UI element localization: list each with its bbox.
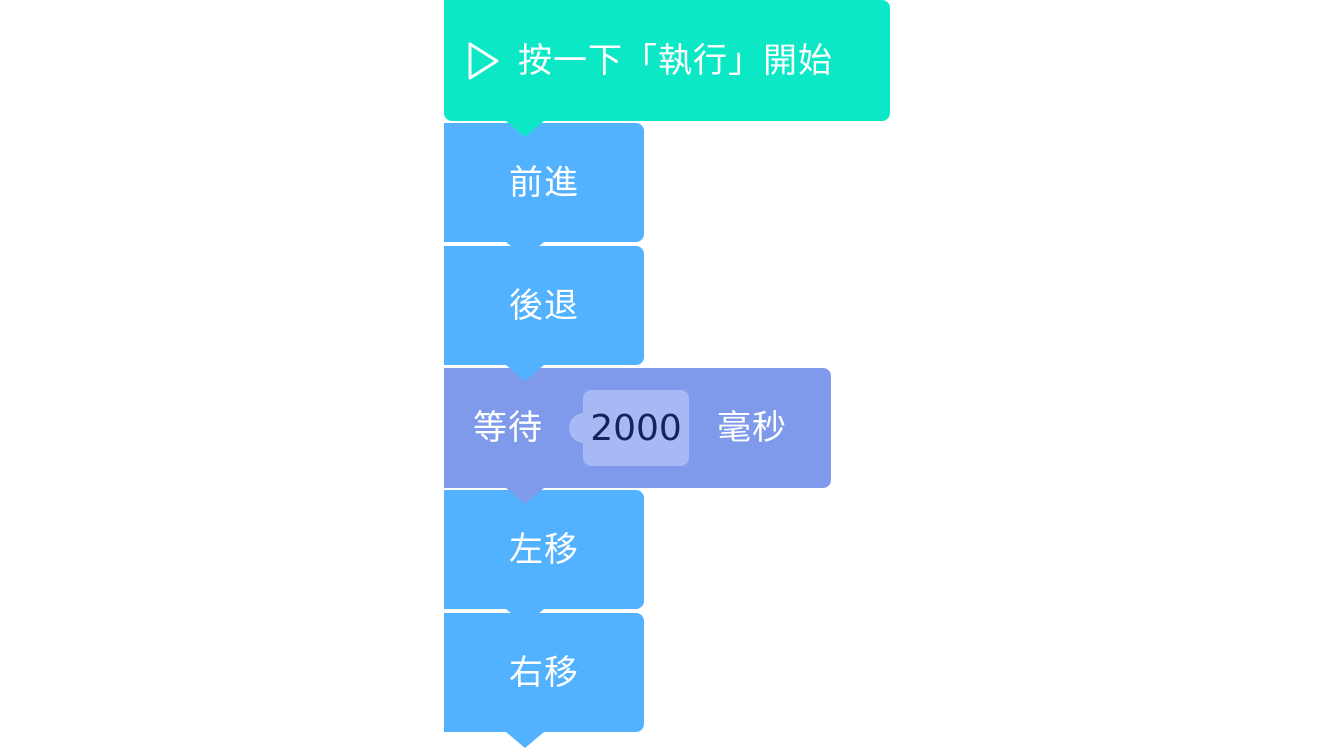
wait-duration-input[interactable]: 2000 (569, 390, 689, 466)
start-block[interactable]: 按一下「執行」開始 (444, 0, 890, 137)
block-connector (506, 242, 544, 258)
play-icon (468, 42, 499, 79)
block-connector (506, 488, 544, 504)
block-separator (444, 366, 831, 368)
block-connector (506, 609, 544, 625)
move-backward-block[interactable]: 後退 (444, 244, 644, 381)
block-label: 右移 (509, 652, 579, 693)
block-label: 前進 (509, 162, 579, 203)
move-left-block[interactable]: 左移 (444, 488, 644, 625)
block-label: 後退 (509, 285, 579, 326)
move-right-block[interactable]: 右移 (444, 611, 644, 748)
wait-block[interactable]: 等待 2000 毫秒 (444, 366, 831, 504)
block-separator (444, 488, 644, 490)
block-separator (444, 121, 644, 123)
block-connector (506, 732, 544, 748)
wait-unit-label: 毫秒 (717, 408, 787, 448)
block-separator (444, 611, 644, 613)
block-label: 左移 (509, 529, 579, 570)
block-separator (444, 244, 644, 246)
wait-duration-value: 2000 (590, 407, 682, 449)
block-connector (506, 365, 544, 381)
wait-label: 等待 (473, 408, 543, 448)
move-forward-block[interactable]: 前進 (444, 121, 644, 258)
block-connector (506, 121, 544, 137)
start-block-label: 按一下「執行」開始 (518, 40, 833, 81)
code-canvas: 按一下「執行」開始 前進 後退 等待 2000 毫秒 左移 右移 (0, 0, 1334, 750)
